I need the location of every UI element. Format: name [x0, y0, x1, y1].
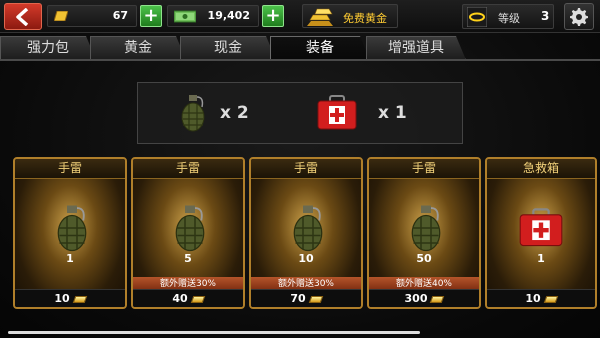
- gold-bar-icon: [190, 295, 205, 303]
- gold-bar-icon: [543, 295, 558, 303]
- card-quantity: 50: [416, 252, 432, 265]
- card-quantity: 10: [298, 252, 314, 265]
- price-value: 10: [54, 292, 70, 305]
- price-value: 70: [290, 292, 306, 305]
- tab-label: 装备: [306, 40, 334, 56]
- card-price[interactable]: 70: [251, 289, 361, 307]
- top-bar: 67 + 19,402 + 免费黄金 等级 3: [0, 0, 600, 33]
- shop-card-grenade-1[interactable]: 手雷 1 10: [13, 157, 127, 309]
- owned-medkit: x 1: [316, 93, 416, 133]
- tab-equipment[interactable]: 装备: [270, 36, 370, 60]
- grenade-icon: [293, 205, 323, 252]
- owned-inventory: x 2 x 1: [137, 82, 463, 144]
- tab-gold[interactable]: 黄金: [90, 36, 186, 60]
- owned-grenade: x 2: [178, 93, 268, 133]
- back-button[interactable]: [4, 3, 42, 30]
- price-value: 40: [172, 292, 188, 305]
- tab-label: 增强道具: [388, 40, 444, 56]
- card-title: 手雷: [133, 159, 243, 179]
- tab-label: 黄金: [124, 40, 152, 56]
- gold-bar-icon: [54, 11, 68, 21]
- free-gold-button[interactable]: 免费黄金: [302, 4, 398, 28]
- shop-card-grenade-50[interactable]: 手雷 50 额外赠送40% 300: [367, 157, 481, 309]
- add-cash-button[interactable]: +: [262, 5, 284, 27]
- card-quantity: 1: [537, 252, 545, 265]
- card-price[interactable]: 40: [133, 289, 243, 307]
- price-value: 300: [404, 292, 428, 305]
- card-price[interactable]: 10: [15, 289, 125, 307]
- halo-icon: [467, 7, 487, 27]
- gear-icon: [570, 7, 588, 26]
- gold-bar-icon: [430, 295, 445, 303]
- tab-cash[interactable]: 现金: [180, 36, 276, 60]
- shop-card-medkit-1[interactable]: 急救箱 1 10: [485, 157, 597, 309]
- grenade-icon: [411, 205, 441, 252]
- gold-bar-icon: [72, 295, 87, 303]
- category-tabs: 强力包 黄金 现金 装备 增强道具: [0, 36, 600, 60]
- settings-button[interactable]: [564, 3, 594, 30]
- level-label: 等级: [498, 12, 520, 25]
- grenade-count: x 2: [220, 103, 249, 123]
- horizontal-scrollbar[interactable]: [8, 331, 420, 334]
- card-title: 手雷: [369, 159, 479, 179]
- tab-label: 强力包: [27, 40, 69, 56]
- card-title: 急救箱: [487, 159, 595, 179]
- medkit-icon: [317, 95, 357, 130]
- grenade-icon: [181, 95, 205, 132]
- card-title: 手雷: [251, 159, 361, 179]
- medkit-icon: [519, 208, 563, 247]
- chevron-left-icon: [16, 7, 29, 26]
- gold-pile-icon: [307, 8, 333, 26]
- gold-counter: 67: [47, 5, 137, 27]
- medkit-count: x 1: [378, 103, 407, 123]
- shop-card-grenade-10[interactable]: 手雷 10 额外赠送30% 70: [249, 157, 363, 309]
- tab-boosters[interactable]: 增强道具: [366, 36, 466, 60]
- cash-icon: [174, 10, 196, 23]
- plus-icon: +: [143, 5, 159, 26]
- tab-underline: [0, 59, 600, 61]
- level-indicator: 等级 3: [462, 4, 554, 29]
- card-price[interactable]: 10: [487, 289, 595, 307]
- add-gold-button[interactable]: +: [140, 5, 162, 27]
- grenade-icon: [57, 205, 87, 252]
- card-title: 手雷: [15, 159, 125, 179]
- shop-card-grenade-5[interactable]: 手雷 5 额外赠送30% 40: [131, 157, 245, 309]
- card-quantity: 5: [184, 252, 192, 265]
- level-value: 3: [541, 9, 550, 23]
- gold-amount: 67: [112, 9, 128, 22]
- grenade-icon: [175, 205, 205, 252]
- card-quantity: 1: [66, 252, 74, 265]
- cash-amount: 19,402: [207, 9, 250, 22]
- card-price[interactable]: 300: [369, 289, 479, 307]
- free-gold-label: 免费黄金: [343, 12, 387, 25]
- tab-powerpack[interactable]: 强力包: [0, 36, 96, 60]
- gold-bar-icon: [308, 295, 323, 303]
- price-value: 10: [525, 292, 541, 305]
- tab-label: 现金: [214, 40, 242, 56]
- plus-icon: +: [265, 5, 281, 26]
- cash-counter: 19,402: [167, 5, 259, 27]
